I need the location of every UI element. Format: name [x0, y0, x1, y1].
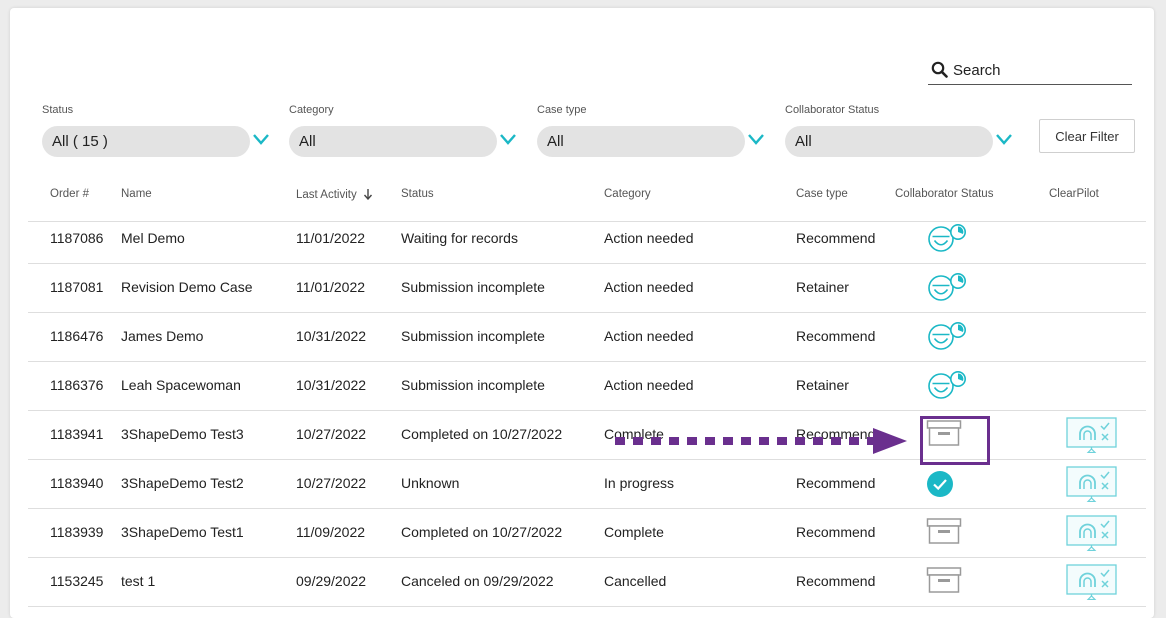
status-cell: Submission incomplete: [401, 377, 545, 393]
order-number-cell: 1183940: [50, 475, 104, 491]
name-cell: Leah Spacewoman: [121, 377, 241, 393]
column-header-collaborator-status[interactable]: Collaborator Status: [895, 188, 993, 200]
order-number-cell: 1183941: [50, 426, 104, 442]
name-cell: 3ShapeDemo Test3: [121, 426, 244, 442]
last-activity-cell: 10/31/2022: [296, 377, 367, 393]
smile-timer-icon: [928, 322, 966, 350]
table-row[interactable]: 1153245 test 1 09/29/2022 Canceled on 09…: [28, 557, 1146, 607]
annotation-highlight-box: [920, 416, 990, 465]
clear-filter-button[interactable]: Clear Filter: [1039, 119, 1135, 153]
status-cell: Completed on 10/27/2022: [401, 524, 563, 540]
category-cell: Action needed: [604, 328, 694, 344]
last-activity-cell: 10/27/2022: [296, 426, 367, 442]
status-cell: Canceled on 09/29/2022: [401, 573, 554, 589]
name-cell: 3ShapeDemo Test2: [121, 475, 244, 491]
column-header-last-activity[interactable]: Last Activity: [296, 188, 373, 201]
category-filter-select[interactable]: All: [289, 126, 497, 157]
order-number-cell: 1187081: [50, 279, 104, 295]
status-cell: Submission incomplete: [401, 328, 545, 344]
column-header-case-type[interactable]: Case type: [796, 188, 848, 200]
name-cell: Mel Demo: [121, 230, 185, 246]
status-cell: Unknown: [401, 475, 460, 491]
last-activity-cell: 11/01/2022: [296, 230, 366, 246]
name-cell: test 1: [121, 573, 156, 589]
chevron-down-icon[interactable]: [252, 132, 270, 146]
smile-timer-icon: [928, 224, 966, 252]
chevron-down-icon[interactable]: [747, 132, 765, 146]
smile-timer-icon: [928, 273, 966, 301]
category-cell: Complete: [604, 524, 664, 540]
chevron-down-icon[interactable]: [499, 132, 517, 146]
clearpilot-monitor-icon[interactable]: [1066, 466, 1118, 502]
chevron-down-icon[interactable]: [995, 132, 1013, 146]
order-number-cell: 1153245: [50, 573, 104, 589]
clearpilot-monitor-icon[interactable]: [1066, 564, 1118, 600]
search-input[interactable]: [951, 56, 1131, 84]
category-cell: In progress: [604, 475, 675, 491]
column-header-order[interactable]: Order #: [50, 188, 89, 200]
clearpilot-monitor-icon[interactable]: [1066, 417, 1118, 453]
archive-box-icon: [926, 518, 962, 544]
category-cell: Cancelled: [604, 573, 667, 589]
order-number-cell: 1187086: [50, 230, 104, 246]
table-row[interactable]: 1187081 Revision Demo Case 11/01/2022 Su…: [28, 263, 1146, 313]
case-type-cell: Recommend: [796, 230, 876, 246]
table-row[interactable]: 1186376 Leah Spacewoman 10/31/2022 Submi…: [28, 361, 1146, 411]
case-type-filter-select[interactable]: All: [537, 126, 745, 157]
archive-box-icon: [926, 567, 962, 593]
case-type-cell: Recommend: [796, 573, 876, 589]
sort-down-arrow-icon: [363, 189, 372, 201]
status-cell: Completed on 10/27/2022: [401, 426, 563, 442]
table-row[interactable]: 1183940 3ShapeDemo Test2 10/27/2022 Unkn…: [28, 459, 1146, 509]
clearpilot-monitor-icon[interactable]: [1066, 515, 1118, 551]
order-number-cell: 1183939: [50, 524, 104, 540]
status-cell: Submission incomplete: [401, 279, 545, 295]
order-number-cell: 1186476: [50, 328, 104, 344]
category-filter-label: Category: [289, 104, 334, 116]
category-cell: Action needed: [604, 230, 694, 246]
status-filter-label: Status: [42, 104, 74, 116]
case-type-cell: Recommend: [796, 475, 876, 491]
column-header-name[interactable]: Name: [121, 188, 152, 200]
case-type-cell: Recommend: [796, 328, 876, 344]
orders-panel: Status All ( 15 ) Category All Case type…: [10, 8, 1154, 618]
category-cell: Action needed: [604, 279, 694, 295]
status-cell: Waiting for records: [401, 230, 518, 246]
last-activity-cell: 11/01/2022: [296, 279, 366, 295]
last-activity-cell: 11/09/2022: [296, 524, 366, 540]
case-type-cell: Recommend: [796, 524, 876, 540]
check-circle-icon: [927, 471, 953, 497]
case-type-cell: Retainer: [796, 279, 849, 295]
column-header-status[interactable]: Status: [401, 188, 434, 200]
last-activity-cell: 09/29/2022: [296, 573, 367, 589]
table-row[interactable]: 1187086 Mel Demo 11/01/2022 Waiting for …: [28, 214, 1146, 264]
status-filter-select[interactable]: All ( 15 ): [42, 126, 250, 157]
annotation-dotted-arrow: [615, 428, 907, 454]
name-cell: James Demo: [121, 328, 204, 344]
name-cell: 3ShapeDemo Test1: [121, 524, 244, 540]
collaborator-status-filter-label: Collaborator Status: [785, 104, 880, 116]
column-header-clearpilot[interactable]: ClearPilot: [1049, 188, 1099, 200]
case-type-cell: Retainer: [796, 377, 849, 393]
smile-timer-icon: [928, 371, 966, 399]
category-cell: Action needed: [604, 377, 694, 393]
name-cell: Revision Demo Case: [121, 279, 253, 295]
table-row[interactable]: 1186476 James Demo 10/31/2022 Submission…: [28, 312, 1146, 362]
table-row[interactable]: 1183939 3ShapeDemo Test1 11/09/2022 Comp…: [28, 508, 1146, 558]
last-activity-cell: 10/27/2022: [296, 475, 367, 491]
column-header-last-activity-label: Last Activity: [296, 189, 357, 201]
column-header-category[interactable]: Category: [604, 188, 651, 200]
collaborator-status-filter-select[interactable]: All: [785, 126, 993, 157]
search-icon: [931, 61, 948, 78]
last-activity-cell: 10/31/2022: [296, 328, 367, 344]
order-number-cell: 1186376: [50, 377, 104, 393]
search-field[interactable]: [928, 56, 1132, 85]
case-type-filter-label: Case type: [537, 104, 587, 116]
